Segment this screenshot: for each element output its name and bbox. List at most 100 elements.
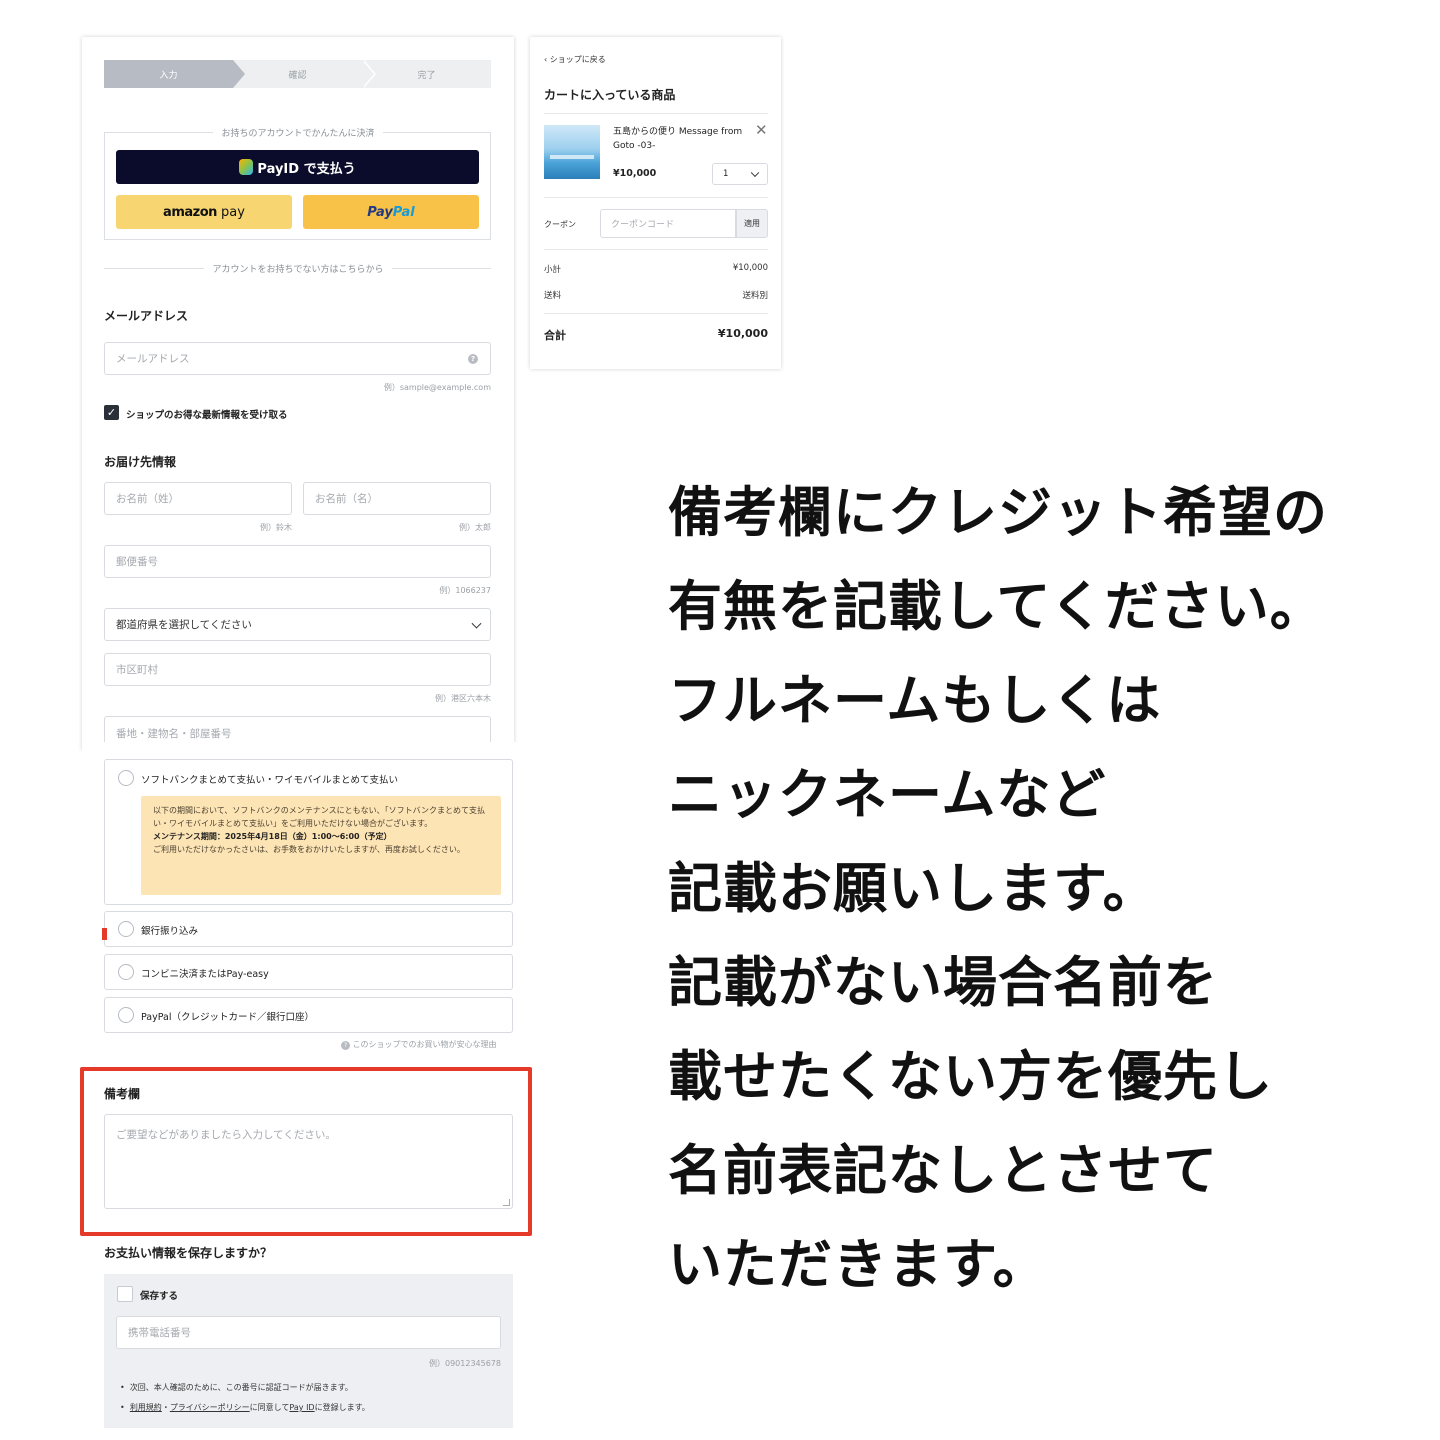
cart-title: カートに入っている商品 [544, 88, 676, 102]
newsletter-label: ショップのお得な最新情報を受け取る [126, 410, 288, 421]
shipping-title: お届け先情報 [104, 455, 177, 469]
total-value: ¥10,000 [717, 327, 768, 340]
city-field[interactable]: 市区町村 [104, 653, 491, 686]
zip-hint: 例）1066237 [439, 586, 491, 595]
phone-placeholder: 携帯電話番号 [128, 1327, 191, 1339]
terms-link[interactable]: 利用規約 [130, 1403, 162, 1412]
bank-transfer-radio[interactable] [118, 921, 134, 937]
payid-button[interactable]: PayID で支払う [116, 150, 479, 184]
divider [544, 313, 768, 314]
softbank-radio[interactable] [118, 770, 134, 786]
step-complete: 完了 [362, 60, 491, 88]
maintenance-notice: 以下の期間において、ソフトバンクのメンテナンスにともない、「ソフトバンクまとめて… [141, 796, 501, 895]
coupon-placeholder: クーポンコード [611, 220, 675, 230]
email-hint: 例）sample@example.com [383, 383, 491, 392]
product-price: ¥10,000 [613, 168, 657, 179]
progress-steps: 入力 確認 完了 [104, 60, 491, 88]
konbini-option[interactable]: コンビニ決済またはPay-easy [104, 954, 513, 990]
shipping-label: 送料 [544, 291, 562, 301]
total-label: 合計 [544, 329, 566, 342]
paypal-option[interactable]: PayPal（クレジットカード／銀行口座） [104, 997, 513, 1033]
product-name: 五島からの便り Message from Goto -03- [613, 127, 743, 151]
message-line: 載せたくない方を優先し [668, 1045, 1273, 1108]
payid-button-label: PayID で支払う [257, 161, 356, 177]
step-label: 入力 [159, 70, 178, 81]
paypal-logo-part2: Pal [392, 204, 415, 220]
safe-shopping-link[interactable]: ? このショップでのお買い物が安心な理由 [341, 1039, 497, 1050]
address-placeholder: 番地・建物名・部屋番号 [116, 727, 232, 740]
step-label: 確認 [288, 70, 307, 81]
notice-period: メンテナンス期間：2025年4月18日（金）1:00〜6:00（予定） [153, 832, 392, 841]
step-input: 入力 [104, 60, 245, 88]
divider [544, 197, 768, 198]
save-note-2-end: に登録します。 [314, 1403, 370, 1412]
phone-hint: 例）09012345678 [429, 1359, 501, 1368]
prefecture-value: 都道府県を選択してください [116, 619, 252, 631]
email-label: メールアドレス [104, 309, 189, 323]
paypal-option-label: PayPal（クレジットカード／銀行口座） [141, 1012, 315, 1023]
close-icon[interactable]: ✕ [755, 121, 768, 139]
separator: ・ [161, 1403, 170, 1412]
bank-transfer-option[interactable]: 銀行振り込み [104, 911, 513, 947]
red-mark [102, 928, 107, 940]
paypal-logo-part1: Pay [367, 204, 393, 220]
message-line: 記載お願いします。 [668, 857, 1158, 920]
phone-field[interactable]: 携帯電話番号 [116, 1316, 501, 1349]
message-line: 名前表記なしとさせて [668, 1139, 1218, 1202]
guest-legend: アカウントをお持ちでない方はこちらから [82, 262, 514, 275]
konbini-label: コンビニ決済またはPay-easy [141, 969, 269, 980]
message-line: いただきます。 [668, 1233, 1048, 1296]
zip-field[interactable]: 郵便番号 [104, 545, 491, 578]
divider [544, 249, 768, 250]
coupon-label: クーポン [544, 220, 576, 229]
privacy-policy-link[interactable]: プライバシーポリシー [170, 1403, 250, 1412]
save-payment-question: お支払い情報を保存しますか？ [104, 1246, 273, 1260]
coupon-apply-button[interactable]: 適用 [736, 209, 768, 238]
city-placeholder: 市区町村 [116, 664, 158, 676]
zip-placeholder: 郵便番号 [116, 556, 158, 568]
payid-link[interactable]: Pay ID [289, 1403, 314, 1412]
newsletter-checkbox[interactable]: ✓ [104, 405, 119, 420]
save-note-1: 次回、本人確認のために、この番号に認証コードが届きます。 [129, 1383, 353, 1392]
chevron-down-icon [750, 168, 760, 178]
notice-apology: ご利用いただけなかったさいは、お手数をおかけいたしますが、再度お試しください。 [153, 845, 465, 854]
chevron-down-icon [471, 618, 482, 629]
help-icon[interactable]: ? [468, 353, 478, 364]
last-name-field[interactable]: お名前（姓） [104, 482, 292, 515]
subtotal-row: 小計 ¥10,000 [544, 263, 768, 275]
notice-text: 以下の期間において、ソフトバンクのメンテナンスにともない、「ソフトバンクまとめて… [153, 806, 485, 828]
message-line: 有無を記載してください。 [668, 575, 1325, 638]
softbank-option[interactable]: ソフトバンクまとめて支払い・ワイモバイルまとめて支払い 以下の期間において、ソフ… [104, 759, 513, 905]
first-name-placeholder: お名前（名） [315, 493, 378, 505]
amazon-pay-button[interactable]: amazon pay [116, 195, 292, 229]
quantity-select[interactable]: 1 [712, 163, 768, 185]
subtotal-label: 小計 [544, 265, 562, 275]
prefecture-select[interactable]: 都道府県を選択してください [104, 608, 491, 641]
message-line: フルネームもしくは [668, 669, 1162, 732]
total-row: 合計 ¥10,000 [544, 327, 768, 343]
product-thumbnail [544, 125, 600, 179]
subtotal-value: ¥10,000 [732, 263, 768, 273]
save-checkbox[interactable] [117, 1286, 133, 1302]
chevron-left-icon: ‹ [544, 55, 548, 64]
cart-summary: ‹ ショップに戻る カートに入っている商品 五島からの便り Message fr… [530, 37, 781, 369]
payid-logo-icon [239, 159, 254, 175]
back-to-shop-link[interactable]: ‹ ショップに戻る [544, 54, 606, 65]
step-confirm: 確認 [233, 60, 376, 88]
amazon-pay-text: pay [221, 204, 245, 220]
last-name-hint: 例）鈴木 [260, 523, 292, 532]
safe-note-text: このショップでのお買い物が安心な理由 [352, 1040, 497, 1049]
email-field[interactable]: メールアドレス ? [104, 342, 491, 375]
city-hint: 例）港区六本木 [435, 694, 491, 703]
save-note-2-text: に同意して [249, 1403, 290, 1412]
konbini-radio[interactable] [118, 964, 134, 980]
save-checkbox-label: 保存する [140, 1291, 179, 1302]
divider [544, 113, 768, 114]
paypal-radio[interactable] [118, 1007, 134, 1023]
coupon-input[interactable]: クーポンコード [600, 209, 736, 238]
first-name-field[interactable]: お名前（名） [303, 482, 491, 515]
first-name-hint: 例）太郎 [459, 523, 491, 532]
paypal-button[interactable]: Pay Pal [303, 195, 479, 229]
message-line: ニックネームなど [668, 763, 1107, 826]
checkout-form: 入力 確認 完了 お持ちのアカウントでかんたんに決済 PayID で支払う am… [82, 37, 514, 750]
